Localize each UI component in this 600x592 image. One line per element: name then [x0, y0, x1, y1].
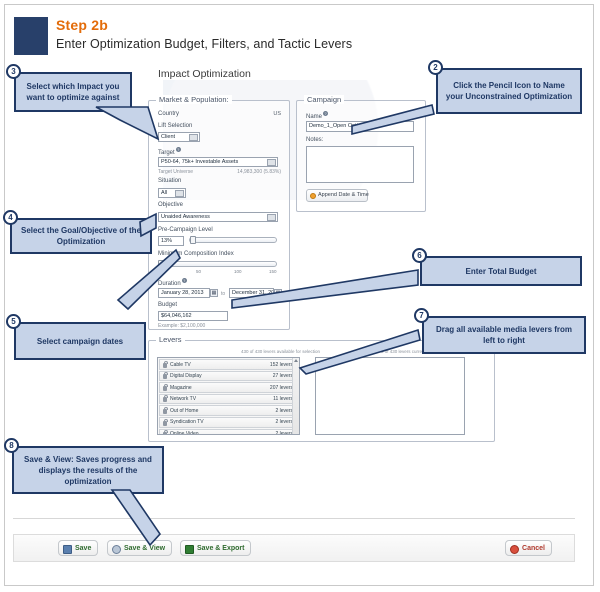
callout-6-number: 6 [412, 248, 427, 263]
callout-2-number: 2 [428, 60, 443, 75]
callout-8-number: 8 [4, 438, 19, 453]
leader-8 [112, 490, 160, 545]
callout-5-number: 5 [6, 314, 21, 329]
leader-2 [352, 105, 434, 134]
leader-7 [300, 330, 420, 374]
leader-4 [140, 214, 156, 236]
leader-3 [96, 107, 158, 139]
leader-6 [232, 270, 418, 308]
callout-leader-lines [0, 0, 600, 592]
callout-4-number: 4 [3, 210, 18, 225]
callout-3-number: 3 [6, 64, 21, 79]
callout-7-number: 7 [414, 308, 429, 323]
leader-5 [118, 250, 180, 309]
